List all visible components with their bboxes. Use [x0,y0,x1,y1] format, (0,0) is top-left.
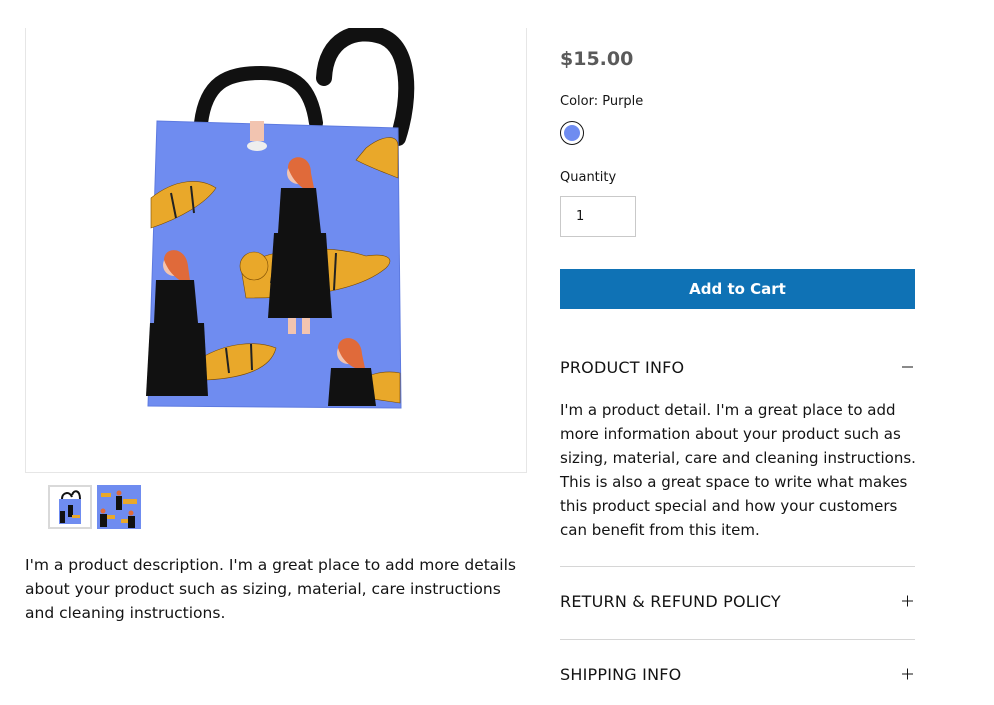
product-info-title[interactable]: PRODUCT INFO [560,358,684,377]
minus-icon[interactable] [899,360,915,376]
thumbnail-1[interactable] [48,485,92,529]
quantity-input[interactable] [560,196,636,237]
plus-icon[interactable] [899,666,915,682]
plus-icon[interactable] [899,593,915,609]
color-swatch-purple[interactable] [560,121,584,145]
quantity-label: Quantity [560,170,617,185]
color-swatch-dot [564,125,580,141]
thumbnail-pattern-image [97,485,141,529]
accordion-divider [560,639,915,640]
main-product-image[interactable] [25,28,527,473]
product-price: $15.00 [560,48,634,70]
thumbnail-tote-image [50,487,90,527]
accordion-divider [560,566,915,567]
add-to-cart-button[interactable]: Add to Cart [560,269,915,309]
color-label: Color: Purple [560,94,644,109]
product-description: I'm a product description. I'm a great p… [25,556,516,622]
tote-bag-illustration [146,28,415,409]
thumbnail-2[interactable] [97,485,141,529]
shipping-info-title[interactable]: SHIPPING INFO [560,665,681,684]
return-refund-policy-title[interactable]: RETURN & REFUND POLICY [560,592,781,611]
product-info-body: I'm a product detail. I'm a great place … [560,401,916,539]
